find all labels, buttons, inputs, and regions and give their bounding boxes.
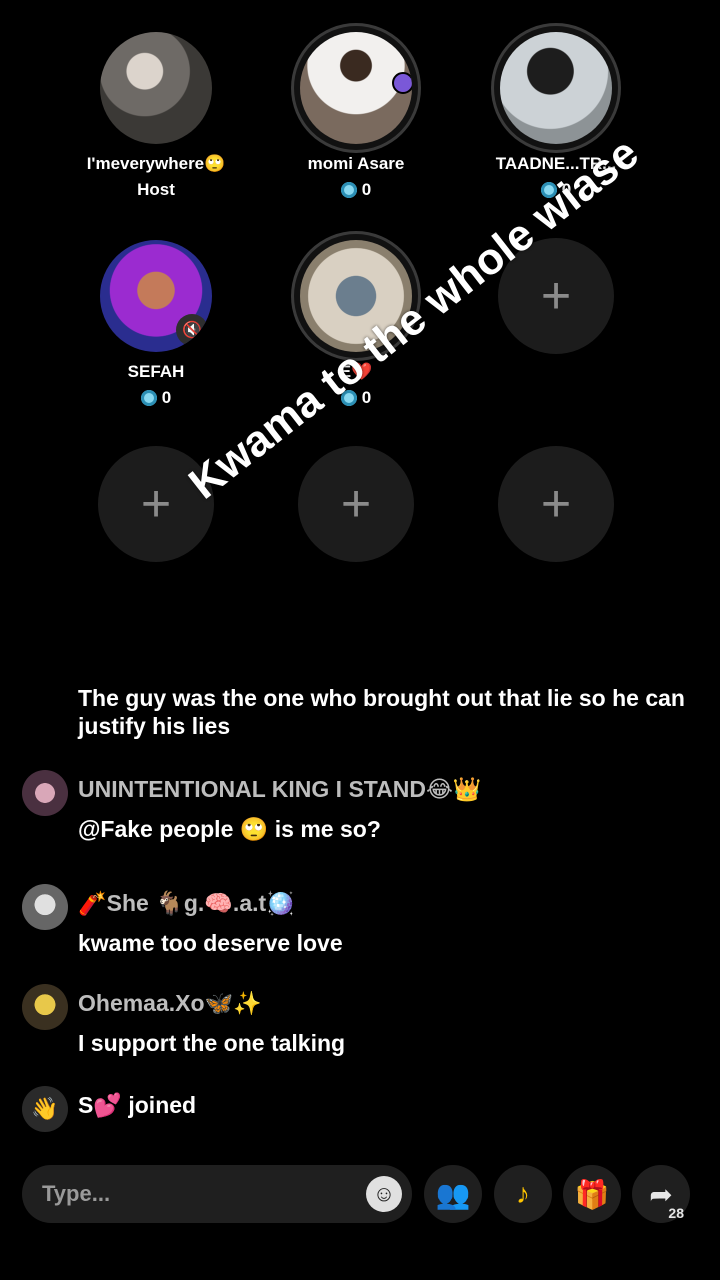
chat-text: I support the one talking [78, 1030, 346, 1056]
guest-4-coin-count: 0 [361, 388, 372, 407]
add-icon[interactable]: + [298, 446, 414, 562]
coin-icon [140, 390, 157, 406]
chat-partial-message: The guy was the one who brought out that… [78, 685, 685, 739]
comment-input[interactable]: Type... ☺ [22, 1165, 412, 1223]
guest-3-coins: 0 [56, 388, 256, 408]
guest-1-name: momi Asare [307, 154, 405, 173]
user-avatar[interactable] [22, 770, 68, 816]
emoji-icon[interactable]: ☺ [366, 1176, 402, 1212]
wave-icon: 👋 [22, 1086, 68, 1132]
seat-host[interactable]: I'meverywhere🙄 Host [56, 32, 256, 200]
people-icon: 👥 [435, 1178, 471, 1210]
share-button[interactable]: ➦ 28 [632, 1165, 690, 1223]
join-event: 👋 S💕 joined [22, 1086, 690, 1134]
guest-2-avatar[interactable] [500, 32, 612, 144]
chat-username[interactable]: Ohemaa.Xo🦋✨ [78, 990, 262, 1017]
mute-icon: 🔇 [176, 314, 208, 346]
host-label: Host [137, 180, 175, 199]
guest-1-coin-count: 0 [361, 180, 372, 199]
coin-icon [340, 182, 357, 198]
guests-button[interactable]: 👥 [424, 1165, 482, 1223]
seat-guest-3[interactable]: 🔇 SEFAH 0 [56, 240, 256, 408]
bottom-bar: Type... ☺ 👥 ♪ 🎁 ➦ 28 [22, 1165, 702, 1225]
chat-message[interactable]: UNINTENTIONAL KING I STAND😂👑 @Fake peopl… [22, 770, 690, 850]
join-text: S💕 joined [78, 1092, 197, 1118]
live-icon [392, 72, 412, 94]
empty-seat[interactable]: + [456, 446, 656, 562]
seat-guest-1[interactable]: momi Asare 0 [256, 32, 456, 200]
chat-text: @Fake people 🙄 is me so? [78, 816, 381, 842]
effects-button[interactable]: ♪ [494, 1165, 552, 1223]
add-icon[interactable]: + [498, 446, 614, 562]
gift-button[interactable]: 🎁 [563, 1165, 621, 1223]
host-name: I'meverywhere🙄 [86, 154, 226, 173]
guest-1-avatar[interactable] [300, 32, 412, 144]
comment-placeholder: Type... [42, 1181, 111, 1206]
guest-1-coins: 0 [256, 180, 456, 200]
chat-username[interactable]: 🧨She 🐐g.🧠.a.t🪩 [78, 890, 295, 917]
host-avatar[interactable] [100, 32, 212, 144]
share-count: 28 [668, 1205, 684, 1221]
guest-3-name: SEFAH [127, 362, 185, 381]
chat-message[interactable]: 🧨She 🐐g.🧠.a.t🪩 kwame too deserve love [22, 884, 690, 964]
user-avatar[interactable] [22, 984, 68, 1030]
chat-username[interactable]: UNINTENTIONAL KING I STAND😂👑 [78, 776, 482, 803]
chat-message[interactable]: Ohemaa.Xo🦋✨ I support the one talking [22, 984, 690, 1064]
guest-3-coin-count: 0 [161, 388, 172, 407]
empty-seat[interactable]: + [256, 446, 456, 562]
guest-3-avatar[interactable]: 🔇 [100, 240, 212, 352]
tiktok-icon: ♪ [516, 1178, 530, 1209]
user-avatar[interactable] [22, 884, 68, 930]
gift-icon: 🎁 [574, 1178, 610, 1210]
chat-text: kwame too deserve love [78, 930, 343, 956]
